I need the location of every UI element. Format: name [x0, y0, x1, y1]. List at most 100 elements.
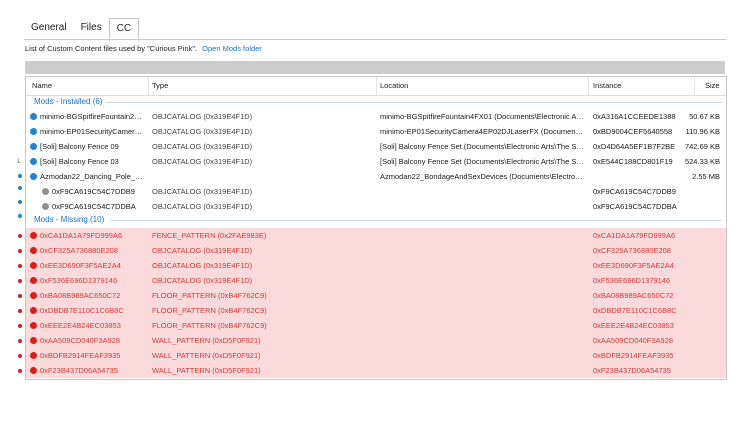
background-marker: [18, 324, 22, 328]
background-marker: [18, 234, 22, 238]
column-header-type[interactable]: Type: [152, 81, 168, 90]
status-missing-icon: [30, 232, 37, 239]
background-marker: [18, 200, 22, 204]
missing-item-row[interactable]: 0xBA08B989AC650C72 FLOOR_PATTERN (0xB4F76…: [26, 288, 726, 303]
background-marker: [18, 354, 22, 358]
installed-item-row[interactable]: 0xF9CA619C54C7DDB9 OBJCATALOG (0x319E4F1D…: [26, 184, 726, 199]
cell-name: 0xBDFB2914FEAF3935: [40, 351, 121, 360]
missing-item-row[interactable]: 0xF536E696D1379146 OBJCATALOG (0x319E4F1D…: [26, 273, 726, 288]
cell-name: 0xF9CA619C54C7DDBA: [52, 202, 136, 211]
status-ok-icon: [30, 113, 37, 120]
installed-item-row[interactable]: Azmodan22_Dancing_Pole_Tall Azmodan22_Bon…: [26, 169, 726, 184]
background-marker: [18, 186, 22, 190]
cell-name: 0xCA1DA1A79FD999A6: [40, 231, 123, 240]
status-missing-icon: [30, 277, 37, 284]
cell-type: FLOOR_PATTERN (0xB4F762C9): [152, 291, 267, 300]
sub-item-icon: [42, 203, 49, 210]
group-installed-label: Mods - Installed (6): [34, 97, 103, 106]
cell-instance: 0xBA08B989AC650C72: [593, 291, 674, 300]
installed-item-row[interactable]: 0xF9CA619C54C7DDBA OBJCATALOG (0x319E4F1D…: [26, 199, 726, 214]
group-installed[interactable]: Mods - Installed (6): [26, 95, 726, 109]
cell-name: [Soli] Balcony Fence 09: [40, 142, 119, 151]
cell-location: minimo-EP01SecurityCamera4EP02DJLaserFX …: [380, 127, 585, 136]
cell-type: OBJCATALOG (0x319E4F1D): [152, 142, 253, 151]
group-divider: [106, 102, 722, 103]
background-marker: [18, 309, 22, 313]
status-ok-icon: [30, 128, 37, 135]
column-divider[interactable]: [694, 77, 695, 95]
group-missing-label: Mods - Missing (10): [34, 215, 105, 224]
background-marker: [18, 264, 22, 268]
background-marker: [18, 279, 22, 283]
status-ok-icon: [30, 143, 37, 150]
description-text: List of Custom Content files used by "Cu…: [25, 44, 262, 53]
cell-location: [Soli] Balcony Fence Set (Documents\Elec…: [380, 157, 585, 166]
column-header-location[interactable]: Location: [380, 81, 408, 90]
missing-item-row[interactable]: 0xF23B437D06A54735 WALL_PATTERN (0xD5F0F9…: [26, 363, 726, 378]
cell-name: 0xDBDB7E110C1C6B8C: [40, 306, 124, 315]
status-ok-icon: [30, 158, 37, 165]
missing-item-row[interactable]: 0xCF325A736880E208 OBJCATALOG (0x319E4F1D…: [26, 243, 726, 258]
cell-instance: 0xEE3D690F3F5AE2A4: [593, 261, 674, 270]
background-marker: [18, 174, 22, 178]
status-missing-icon: [30, 322, 37, 329]
status-missing-icon: [30, 337, 37, 344]
cell-name: [Soli] Balcony Fence 03: [40, 157, 119, 166]
background-marker: [18, 249, 22, 253]
group-divider: [110, 220, 722, 221]
installed-item-row[interactable]: [Soli] Balcony Fence 09 OBJCATALOG (0x319…: [26, 139, 726, 154]
column-header-name[interactable]: Name: [32, 81, 52, 90]
cell-type: WALL_PATTERN (0xD5F0F921): [152, 336, 261, 345]
cell-location: [Soli] Balcony Fence Set (Documents\Elec…: [380, 142, 585, 151]
column-divider[interactable]: [588, 77, 589, 95]
cell-size: 742.69 KB: [684, 142, 720, 151]
cell-type: FLOOR_PATTERN (0xB4F762C9): [152, 306, 267, 315]
cell-instance: 0xDBDB7E110C1C6B8C: [593, 306, 677, 315]
cell-type: OBJCATALOG (0x319E4F1D): [152, 112, 253, 121]
tab-general[interactable]: General: [24, 18, 74, 40]
toolbar-strip: [25, 61, 725, 74]
status-missing-icon: [30, 307, 37, 314]
cell-size: 524.33 KB: [684, 157, 720, 166]
installed-item-row[interactable]: [Soli] Balcony Fence 03 OBJCATALOG (0x319…: [26, 154, 726, 169]
description-label: List of Custom Content files used by "Cu…: [25, 44, 198, 53]
missing-item-row[interactable]: 0xAA509CD040F3A928 WALL_PATTERN (0xD5F0F9…: [26, 333, 726, 348]
column-header-instance[interactable]: Instance: [593, 81, 621, 90]
column-divider[interactable]: [376, 77, 377, 95]
cell-name: minimo-EP01SecurityCamera4E...: [40, 127, 146, 136]
background-marker: [18, 214, 22, 218]
missing-item-row[interactable]: 0xEE3D690F3F5AE2A4 OBJCATALOG (0x319E4F1D…: [26, 258, 726, 273]
missing-item-row[interactable]: 0xEEE2E4B24EC03853 FLOOR_PATTERN (0xB4F76…: [26, 318, 726, 333]
cell-type: FLOOR_PATTERN (0xB4F762C9): [152, 321, 267, 330]
cell-location: minimo-BGSpitfireFountain4FX01 (Document…: [380, 112, 585, 121]
group-missing[interactable]: Mods - Missing (10): [26, 213, 726, 227]
cell-type: FENCE_PATTERN (0x2FAE983E): [152, 231, 267, 240]
cell-size: 2.55 MB: [692, 172, 720, 181]
installed-item-row[interactable]: minimo-BGSpitfireFountain2SP0... OBJCATAL…: [26, 109, 726, 124]
status-missing-icon: [30, 262, 37, 269]
tab-files[interactable]: Files: [74, 18, 109, 40]
missing-item-row[interactable]: 0xDBDB7E110C1C6B8C FLOOR_PATTERN (0xB4F76…: [26, 303, 726, 318]
open-mods-folder-link[interactable]: Open Mods folder: [202, 44, 262, 53]
sub-item-icon: [42, 188, 49, 195]
background-window-fragment: L: [17, 159, 21, 165]
cc-list-view[interactable]: Name Type Location Instance Size Mods - …: [25, 76, 727, 380]
cell-size: 110.96 KB: [685, 127, 720, 136]
background-marker: [18, 294, 22, 298]
cell-name: 0xEE3D690F3F5AE2A4: [40, 261, 121, 270]
cell-instance: 0xF9CA619C54C7DDB9: [593, 187, 676, 196]
cell-name: 0xF23B437D06A54735: [40, 366, 118, 375]
cell-name: Azmodan22_Dancing_Pole_Tall: [40, 172, 146, 181]
status-missing-icon: [30, 352, 37, 359]
missing-item-row[interactable]: 0xCA1DA1A79FD999A6 FENCE_PATTERN (0x2FAE9…: [26, 228, 726, 243]
missing-item-row[interactable]: 0xBDFB2914FEAF3935 WALL_PATTERN (0xD5F0F9…: [26, 348, 726, 363]
cell-instance: 0xEEE2E4B24EC03853: [593, 321, 674, 330]
column-divider[interactable]: [148, 77, 149, 95]
column-header-size[interactable]: Size: [705, 81, 720, 90]
installed-item-row[interactable]: minimo-EP01SecurityCamera4E... OBJCATALOG…: [26, 124, 726, 139]
status-ok-icon: [30, 173, 37, 180]
cell-type: OBJCATALOG (0x319E4F1D): [152, 157, 253, 166]
background-marker: [18, 369, 22, 373]
status-missing-icon: [30, 292, 37, 299]
status-missing-icon: [30, 247, 37, 254]
